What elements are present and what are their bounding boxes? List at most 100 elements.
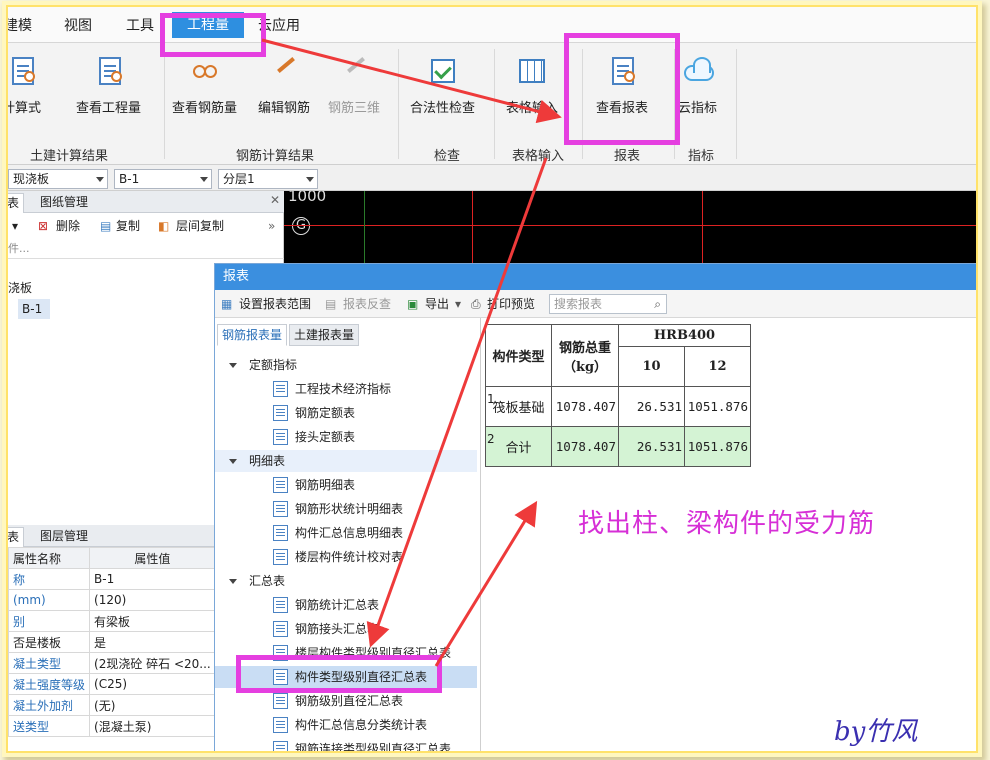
report-doc-icon: [273, 429, 288, 445]
annotation-text: 找出柱、梁构件的受力筋: [578, 509, 876, 539]
cell-weight[interactable]: 1078.407: [551, 426, 619, 467]
prop-value[interactable]: 是: [89, 631, 216, 653]
quantity-report-icon: [93, 57, 125, 87]
group-label-index: 指标: [688, 149, 715, 164]
prop-value[interactable]: (120): [89, 589, 216, 611]
layer-copy-button[interactable]: 层间复制: [176, 213, 224, 239]
report-tree-item[interactable]: 接头定额表: [215, 426, 477, 448]
view-report-button[interactable]: 查看报表: [596, 57, 648, 116]
reverse-icon: ▤: [325, 297, 337, 311]
component-search-input[interactable]: 件...: [8, 239, 284, 259]
view-quantity-button[interactable]: 查看工程量: [76, 57, 141, 116]
table-input-button[interactable]: 表格输入: [506, 57, 558, 116]
app-window: 建模 视图 工具 工程量 云应用 计算式 查看工程量 土建计算结果 查看钢筋量 …: [6, 5, 978, 753]
rebar-3d-button[interactable]: 钢筋三维: [328, 57, 380, 116]
cell-d12[interactable]: 1051.876: [684, 426, 751, 467]
prop-value[interactable]: (无): [89, 694, 216, 716]
formula-icon: [8, 57, 38, 87]
prop-value[interactable]: 有梁板: [89, 610, 216, 632]
export-button[interactable]: 导出: [425, 290, 449, 318]
component-type-select[interactable]: 现浇板: [8, 169, 108, 189]
menu-cloud[interactable]: 云应用: [258, 15, 300, 35]
group-label-table: 表格输入: [512, 149, 565, 164]
property-tabs: 表 图层管理: [8, 525, 214, 547]
tree-category[interactable]: 明细表: [215, 450, 477, 472]
axis-bubble: G: [292, 217, 310, 235]
chevron-down-icon[interactable]: ▾: [12, 213, 18, 239]
menu-build[interactable]: 建模: [8, 15, 32, 35]
tree-root[interactable]: 浇板: [8, 279, 32, 296]
header-diameter-10: 10: [618, 346, 685, 387]
menu-tools[interactable]: 工具: [126, 15, 154, 35]
report-doc-icon: [273, 477, 288, 493]
group-label-civil: 土建计算结果: [30, 149, 109, 164]
tab-civil-report[interactable]: 土建报表量: [289, 324, 360, 346]
chevron-down-icon: [200, 177, 208, 182]
report-search-input[interactable]: 搜索报表 ⌕: [549, 294, 667, 314]
report-tree-item[interactable]: 钢筋级别直径汇总表: [215, 690, 477, 712]
edit-rebar-button[interactable]: 编辑钢筋: [258, 57, 310, 116]
report-tree-item[interactable]: 构件汇总信息分类统计表: [215, 714, 477, 736]
report-tree-item[interactable]: 钢筋明细表: [215, 474, 477, 496]
cloud-icon: [682, 57, 714, 87]
cell-d10[interactable]: 26.531: [618, 426, 685, 467]
menu-view[interactable]: 视图: [64, 15, 92, 35]
report-tree-item[interactable]: 钢筋形状统计明细表: [215, 498, 477, 520]
report-tree-item[interactable]: 钢筋连接类型级别直径汇总表: [215, 738, 477, 751]
close-icon[interactable]: ✕: [270, 193, 280, 207]
cell-d10[interactable]: 26.531: [618, 386, 685, 427]
set-range-button[interactable]: 设置报表范围: [239, 290, 311, 318]
prop-value[interactable]: (C25): [89, 673, 216, 695]
cell-weight[interactable]: 1078.407: [551, 386, 619, 427]
report-tree-item[interactable]: 钢筋定额表: [215, 402, 477, 424]
copy-icon: ▤: [100, 219, 112, 233]
report-tree-item[interactable]: 工程技术经济指标: [215, 378, 477, 400]
tab-properties[interactable]: 表: [8, 527, 25, 547]
report-tree-item[interactable]: 钢筋接头汇总表: [215, 618, 477, 640]
signature: by竹风: [834, 717, 918, 747]
tree-category[interactable]: 汇总表: [215, 570, 477, 592]
validity-check-button[interactable]: 合法性检查: [410, 57, 475, 116]
delete-icon: ⊠: [38, 219, 49, 233]
chevron-down-icon[interactable]: ▾: [455, 290, 461, 318]
menu-bar: 建模 视图 工具 工程量 云应用: [8, 7, 976, 43]
view-rebar-button[interactable]: 查看钢筋量: [172, 57, 237, 116]
report-doc-icon: [273, 525, 288, 541]
tree-item-b1[interactable]: B-1: [18, 299, 50, 319]
report-tree-item[interactable]: 楼层构件统计校对表: [215, 546, 477, 568]
prop-header-name: 属性名称: [8, 547, 91, 569]
tab-layer-management[interactable]: 图层管理: [36, 527, 92, 547]
cell-d12[interactable]: 1051.876: [684, 386, 751, 427]
drawing-canvas[interactable]: 1000 G: [284, 191, 976, 269]
property-table: 属性名称 属性值 称 B-1 (mm) (120) 别有梁板 否是楼板是 凝土类型 (2…: [8, 547, 216, 737]
component-name-select[interactable]: B-1: [114, 169, 212, 189]
prop-value[interactable]: B-1: [89, 568, 216, 590]
prop-value[interactable]: (2现浇砼 碎石 <20...: [89, 652, 216, 674]
cloud-index-button[interactable]: 云指标: [678, 57, 717, 116]
delete-button[interactable]: 删除: [56, 213, 80, 239]
menu-quantity[interactable]: 工程量: [172, 12, 244, 38]
left-panel-toolbar: ▾ ⊠ 删除 ▤ 复制 ◧ 层间复制 »: [8, 213, 284, 239]
checkbox-icon: [427, 57, 459, 87]
reverse-query-button[interactable]: 报表反查: [343, 290, 391, 318]
tree-category[interactable]: 定额指标: [215, 354, 477, 376]
report-tree-item[interactable]: 构件汇总信息明细表: [215, 522, 477, 544]
report-tree-item[interactable]: 钢筋统计汇总表: [215, 594, 477, 616]
tab-component-list[interactable]: 表: [8, 193, 25, 213]
more-icon[interactable]: »: [268, 213, 275, 239]
report-doc-icon: [273, 693, 288, 709]
layer-select[interactable]: 分层1: [218, 169, 318, 189]
cell-type[interactable]: 筏板基础: [485, 386, 552, 427]
cell-type[interactable]: 合计: [485, 426, 552, 467]
formula-button[interactable]: 计算式: [8, 57, 41, 116]
print-preview-button[interactable]: 打印预览: [487, 290, 535, 318]
search-icon[interactable]: ⌕: [654, 295, 661, 313]
tab-drawing-management[interactable]: 图纸管理: [36, 193, 92, 213]
report-tree-item[interactable]: 构件类型级别直径汇总表: [215, 666, 477, 688]
pen-icon: [268, 57, 300, 87]
report-tree-item[interactable]: 楼层构件类型级别直径汇总表: [215, 642, 477, 664]
prop-value[interactable]: (混凝土泵): [89, 715, 216, 737]
copy-button[interactable]: 复制: [116, 213, 140, 239]
tab-rebar-report[interactable]: 钢筋报表量: [217, 324, 288, 346]
chevron-down-icon: [96, 177, 104, 182]
